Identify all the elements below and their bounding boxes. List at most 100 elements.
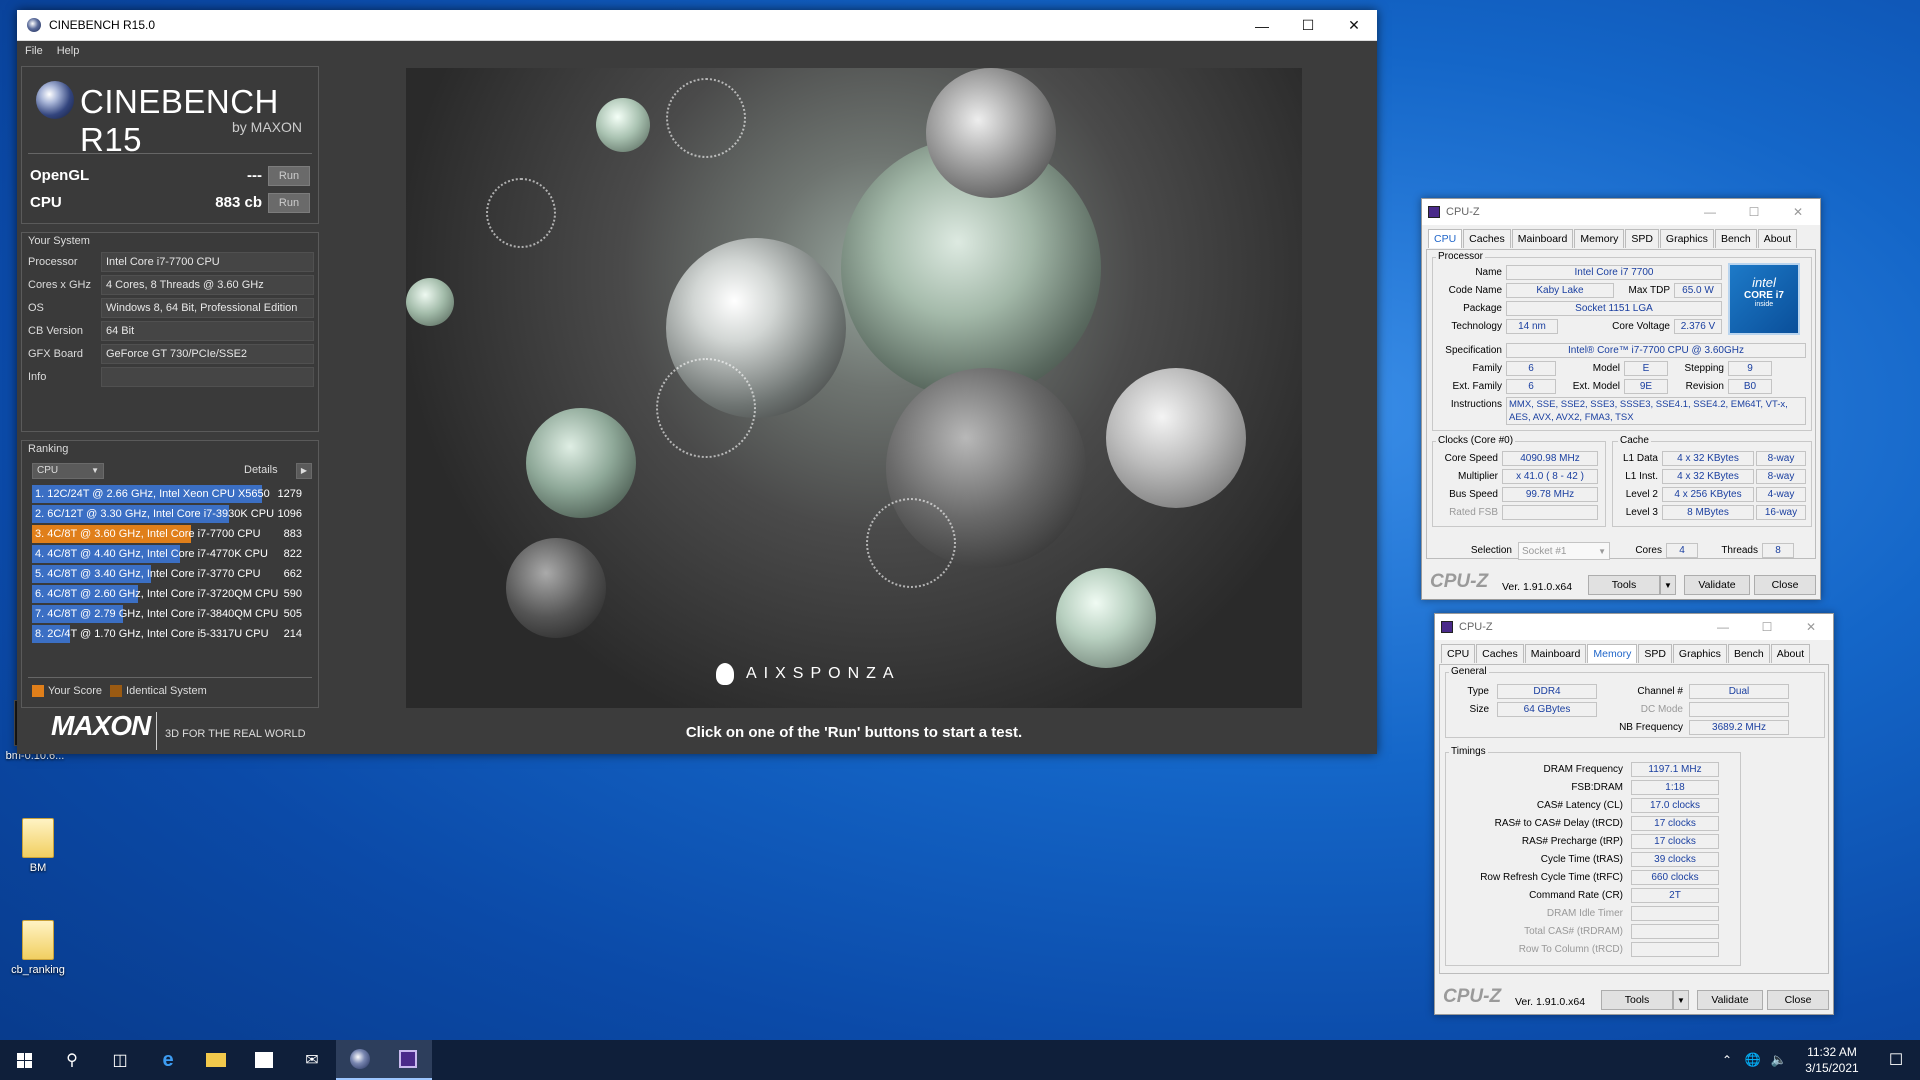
cpuz-titlebar[interactable]: CPU-Z — ☐ ✕ bbox=[1435, 614, 1833, 640]
ranking-score: 1096 bbox=[274, 505, 306, 523]
volume-button[interactable]: 🔈 bbox=[1766, 1040, 1792, 1080]
specification-value: Intel® Core™ i7-7700 CPU @ 3.60GHz bbox=[1506, 343, 1806, 358]
cpuz-tabs: CPU Caches Mainboard Memory SPD Graphics Bench… bbox=[1441, 644, 1811, 663]
processor-group-label: Processor bbox=[1436, 251, 1486, 262]
show-hidden-icons-button[interactable]: ⌃ bbox=[1714, 1040, 1740, 1080]
taskbar-mail[interactable]: ✉ bbox=[288, 1040, 336, 1080]
desktop-icon-bm-folder[interactable]: BM bbox=[3, 818, 73, 874]
tab-spd[interactable]: SPD bbox=[1625, 229, 1659, 248]
cpu-run-button[interactable]: Run bbox=[268, 193, 310, 213]
start-button[interactable] bbox=[0, 1040, 48, 1080]
taskbar-file-explorer[interactable] bbox=[192, 1040, 240, 1080]
ranking-row[interactable]: 4. 4C/8T @ 4.40 GHz, Intel Core i7-4770K… bbox=[32, 545, 306, 563]
taskbar-cinebench[interactable] bbox=[336, 1040, 384, 1080]
tab-about[interactable]: About bbox=[1757, 229, 1798, 248]
window-title: CPU-Z bbox=[1459, 621, 1493, 633]
ranking-row[interactable]: 8. 2C/4T @ 1.70 GHz, Intel Core i5-3317U… bbox=[32, 625, 306, 643]
close-window-button[interactable]: Close bbox=[1767, 990, 1829, 1010]
ranking-title: Ranking bbox=[28, 443, 69, 455]
timing-label: Command Rate (CR) bbox=[1529, 890, 1623, 901]
tab-about[interactable]: About bbox=[1770, 644, 1811, 663]
close-button[interactable]: ✕ bbox=[1776, 199, 1820, 225]
tab-memory[interactable]: Memory bbox=[1574, 229, 1625, 248]
ranking-row[interactable]: 3. 4C/8T @ 3.60 GHz, Intel Core i7-7700 … bbox=[32, 525, 306, 543]
task-view-button[interactable]: ◫ bbox=[96, 1040, 144, 1080]
validate-button[interactable]: Validate bbox=[1697, 990, 1763, 1010]
search-button[interactable]: ⚲ bbox=[48, 1040, 96, 1080]
taskbar-store[interactable] bbox=[240, 1040, 288, 1080]
tab-bench[interactable]: Bench bbox=[1727, 644, 1770, 663]
tab-cpu[interactable]: CPU bbox=[1428, 229, 1463, 248]
ranking-score: 214 bbox=[268, 625, 306, 643]
network-button[interactable]: 🌐 bbox=[1740, 1040, 1766, 1080]
selection-dropdown[interactable]: Socket #1 ▼ bbox=[1518, 542, 1610, 560]
channel-label: Channel # bbox=[1637, 686, 1683, 697]
close-button[interactable]: ✕ bbox=[1789, 614, 1833, 640]
tab-mainboard[interactable]: Mainboard bbox=[1524, 644, 1587, 663]
cpuz-version: Ver. 1.91.0.x64 bbox=[1515, 996, 1586, 1008]
taskbar-cpuz[interactable] bbox=[384, 1040, 432, 1080]
timing-label: Row To Column (tRCD) bbox=[1518, 944, 1623, 955]
menu-help[interactable]: Help bbox=[57, 45, 80, 57]
tools-button[interactable]: Tools bbox=[1601, 990, 1673, 1010]
cinebench-window: CINEBENCH R15.0 — ☐ ✕ File Help CINEBENC… bbox=[17, 10, 1377, 754]
cores-label: Cores bbox=[1635, 545, 1662, 556]
validate-button[interactable]: Validate bbox=[1684, 575, 1750, 595]
ranking-score: 883 bbox=[266, 525, 306, 543]
details-button[interactable]: ▶ bbox=[296, 463, 312, 479]
cpuz-titlebar[interactable]: CPU-Z — ☐ ✕ bbox=[1422, 199, 1820, 225]
close-window-button[interactable]: Close bbox=[1754, 575, 1816, 595]
clock[interactable]: 11:32 AM 3/15/2021 bbox=[1792, 1044, 1872, 1076]
desktop-icon-cb-ranking[interactable]: cb_ranking bbox=[3, 920, 73, 976]
cpuz-app-icon bbox=[1441, 621, 1453, 633]
opengl-score: --- bbox=[247, 167, 262, 184]
folder-icon bbox=[206, 1053, 226, 1067]
tab-graphics[interactable]: Graphics bbox=[1659, 229, 1714, 248]
maximize-button[interactable]: ☐ bbox=[1745, 614, 1789, 640]
sphere bbox=[1056, 568, 1156, 668]
sphere bbox=[596, 98, 650, 152]
timing-value: 17.0 clocks bbox=[1631, 798, 1719, 813]
globe-icon: 🌐 bbox=[1744, 1052, 1762, 1067]
desktop-icon-label: BM bbox=[29, 862, 47, 874]
ranking-row[interactable]: 1. 12C/24T @ 2.66 GHz, Intel Xeon CPU X5… bbox=[32, 485, 306, 503]
ranking-row[interactable]: 5. 4C/8T @ 3.40 GHz, Intel Core i7-3770 … bbox=[32, 565, 306, 583]
minimize-button[interactable]: — bbox=[1701, 614, 1745, 640]
intel-core-i7-badge: intel CORE i7 inside bbox=[1728, 263, 1800, 335]
minimize-button[interactable]: — bbox=[1688, 199, 1732, 225]
l1-inst-value: 4 x 32 KBytes bbox=[1662, 469, 1754, 484]
close-button[interactable]: ✕ bbox=[1331, 10, 1377, 41]
tools-dropdown-button[interactable]: ▼ bbox=[1660, 575, 1676, 595]
tab-bench[interactable]: Bench bbox=[1714, 229, 1757, 248]
tools-dropdown-button[interactable]: ▼ bbox=[1673, 990, 1689, 1010]
taskbar-edge[interactable]: e bbox=[144, 1040, 192, 1080]
search-icon: ⚲ bbox=[66, 1052, 78, 1069]
ranking-row[interactable]: 2. 6C/12T @ 3.30 GHz, Intel Core i7-3930… bbox=[32, 505, 306, 523]
maximize-button[interactable]: ☐ bbox=[1732, 199, 1776, 225]
maxon-tagline: 3D FOR THE REAL WORLD bbox=[165, 728, 306, 740]
maxtdp-value: 65.0 W bbox=[1674, 283, 1722, 298]
tab-cpu[interactable]: CPU bbox=[1441, 644, 1476, 663]
tab-spd[interactable]: SPD bbox=[1638, 644, 1672, 663]
ranking-select[interactable]: CPU ▼ bbox=[32, 463, 104, 479]
ranking-row[interactable]: 6. 4C/8T @ 2.60 GHz, Intel Core i7-3720Q… bbox=[32, 585, 306, 603]
l1-data-ways: 8-way bbox=[1756, 451, 1806, 466]
stepping-value: 9 bbox=[1728, 361, 1772, 376]
menu-file[interactable]: File bbox=[25, 45, 43, 57]
tab-mainboard[interactable]: Mainboard bbox=[1511, 229, 1574, 248]
timing-label: CAS# Latency (CL) bbox=[1536, 800, 1623, 811]
tab-caches[interactable]: Caches bbox=[1476, 644, 1524, 663]
tab-memory[interactable]: Memory bbox=[1587, 644, 1638, 663]
opengl-run-button[interactable]: Run bbox=[268, 166, 310, 186]
maximize-button[interactable]: ☐ bbox=[1285, 10, 1331, 41]
tab-caches[interactable]: Caches bbox=[1463, 229, 1511, 248]
tab-graphics[interactable]: Graphics bbox=[1672, 644, 1727, 663]
system-row-value bbox=[101, 367, 314, 387]
minimize-button[interactable]: — bbox=[1239, 10, 1285, 41]
legend-swatch-brown bbox=[110, 685, 123, 697]
size-value: 64 GBytes bbox=[1497, 702, 1597, 717]
ranking-row[interactable]: 7. 4C/8T @ 2.79 GHz, Intel Core i7-3840Q… bbox=[32, 605, 306, 623]
tools-button[interactable]: Tools bbox=[1588, 575, 1660, 595]
action-center-button[interactable]: ☐ bbox=[1872, 1040, 1920, 1080]
cinebench-titlebar[interactable]: CINEBENCH R15.0 — ☐ ✕ bbox=[17, 10, 1377, 41]
